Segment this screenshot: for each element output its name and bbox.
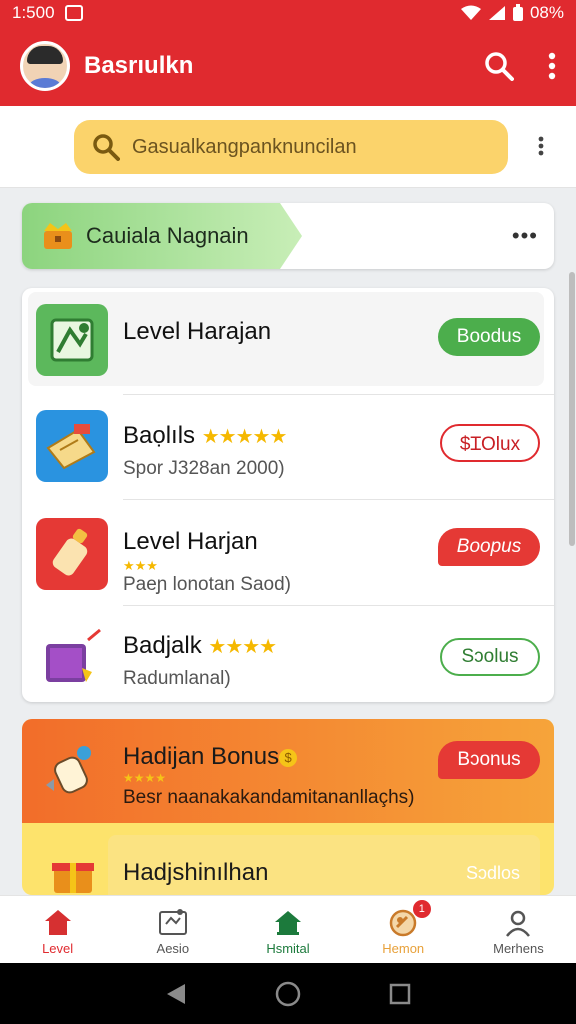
search-icon[interactable] bbox=[484, 51, 514, 81]
item-title-wrap: Badjalk ★★★★ bbox=[123, 632, 277, 660]
nav-item-merhens[interactable]: Merhens bbox=[461, 896, 576, 963]
promo-second-title: Hadjshinılhan bbox=[123, 859, 269, 886]
rating-stars: ★★★★★ bbox=[201, 426, 288, 448]
home-icon bbox=[44, 910, 71, 935]
rating-stars: ★★★★ bbox=[208, 636, 277, 658]
notification-badge: 1 bbox=[412, 900, 431, 918]
bottle-icon bbox=[36, 518, 108, 590]
home-circle-icon[interactable] bbox=[275, 981, 301, 1007]
nav-item-hemon[interactable]: 1 Hemon bbox=[346, 896, 461, 963]
bonus-bubble-button[interactable]: Boopus bbox=[438, 528, 540, 566]
nav-label: Hsmital bbox=[266, 941, 310, 956]
promo-second-button[interactable]: Sɔdlos bbox=[466, 863, 520, 884]
app-title: Basrıulkn bbox=[84, 52, 194, 79]
gift-icon bbox=[52, 863, 94, 893]
nav-label: Level bbox=[42, 941, 74, 956]
battery-percent: 08% bbox=[529, 3, 564, 22]
item-subtitle: Spor J328an 2000) bbox=[123, 458, 285, 479]
nav-label: Aesio bbox=[156, 941, 190, 956]
profile-icon bbox=[506, 910, 531, 937]
promo-card[interactable]: Hadijan Bonus $ ★★★★ Besr naanakakandamit… bbox=[22, 719, 554, 895]
recents-icon[interactable] bbox=[389, 983, 411, 1005]
more-horizontal-icon[interactable]: ••• bbox=[512, 223, 538, 249]
item-subtitle: Paeɲ lonotan Saod) bbox=[123, 574, 291, 595]
item-title: Level Harjan bbox=[123, 528, 258, 555]
scrollbar[interactable] bbox=[569, 272, 575, 546]
nav-label: Merhens bbox=[493, 941, 544, 956]
item-title: Level Harajan bbox=[123, 318, 272, 345]
house-icon bbox=[275, 911, 301, 935]
list-item[interactable]: Baọlıls ★★★★★ Spor J328an 2000) $ꞮOlux bbox=[22, 394, 554, 500]
list-item[interactable]: Badjalk ★★★★ Radumlanal) Sɔolus bbox=[22, 606, 554, 702]
rating-stars: ★★★ bbox=[123, 558, 158, 573]
status-bar: 1:500 08% bbox=[0, 0, 576, 26]
item-title-wrap: Baọlıls ★★★★★ bbox=[123, 422, 288, 450]
item-title: Baọlıls bbox=[123, 422, 196, 449]
signal-icon bbox=[488, 6, 505, 20]
item-subtitle: Radumlanal) bbox=[123, 668, 231, 689]
promo-title-wrap: Hadijan Bonus $ bbox=[123, 743, 298, 771]
status-right: 08% bbox=[460, 3, 564, 23]
nav-item-level[interactable]: Level bbox=[0, 896, 115, 963]
solus-button[interactable]: Sɔolus bbox=[440, 638, 540, 676]
search-area: Gasualkangpanknuncilan bbox=[0, 106, 576, 188]
wifi-icon bbox=[460, 5, 481, 20]
system-nav-bar bbox=[0, 963, 576, 1024]
nav-label: Hemon bbox=[382, 941, 425, 956]
list-item[interactable]: Level Harjan ★★★ Paeɲ lonotan Saod) Boop… bbox=[22, 500, 554, 606]
promo-subtitle: Besr naanakakandamitananllaçhs) bbox=[123, 787, 415, 808]
back-icon[interactable] bbox=[165, 982, 187, 1006]
more-vertical-icon[interactable] bbox=[538, 136, 544, 156]
section-title: Cauiala Nagnain bbox=[86, 223, 249, 248]
certificate-icon bbox=[158, 909, 187, 935]
gift-box-icon bbox=[36, 620, 108, 692]
notification-icon bbox=[64, 5, 83, 21]
treasure-chest-icon bbox=[44, 223, 72, 249]
nav-item-hsmital[interactable]: Hsmital bbox=[230, 896, 345, 963]
bonus-button[interactable]: Boodus bbox=[438, 318, 540, 356]
battery-icon bbox=[512, 4, 523, 21]
search-input[interactable]: Gasualkangpanknuncilan bbox=[74, 120, 508, 174]
price-button[interactable]: $ꞮOlux bbox=[440, 424, 540, 462]
app-bar: Basrıulkn bbox=[0, 26, 576, 106]
bottom-nav: Level Aesio Hsmital 1 Hemon Merhens bbox=[0, 895, 576, 963]
section-banner[interactable]: Cauiala Nagnain ••• bbox=[22, 203, 554, 269]
status-time: 1:500 bbox=[12, 3, 55, 22]
search-placeholder: Gasualkangpanknuncilan bbox=[132, 135, 357, 158]
ticket-icon bbox=[36, 410, 108, 482]
coin-icon: $ bbox=[279, 748, 298, 767]
rating-stars: ★★★★ bbox=[123, 771, 167, 785]
level-list: Level Harajan Boodus Baọlıls ★★★★★ Spor … bbox=[22, 288, 554, 702]
item-title: Badjalk bbox=[123, 632, 202, 659]
more-vertical-icon[interactable] bbox=[548, 52, 556, 80]
promo-bonus-button[interactable]: Bɔonus bbox=[438, 741, 540, 779]
search-icon bbox=[93, 134, 120, 161]
nav-item-aesio[interactable]: Aesio bbox=[115, 896, 230, 963]
map-icon bbox=[36, 304, 108, 376]
promo-title: Hadijan Bonus bbox=[123, 743, 280, 770]
avatar[interactable] bbox=[20, 41, 70, 91]
bottle-icon bbox=[46, 746, 91, 794]
list-item[interactable]: Level Harajan Boodus bbox=[22, 288, 554, 394]
